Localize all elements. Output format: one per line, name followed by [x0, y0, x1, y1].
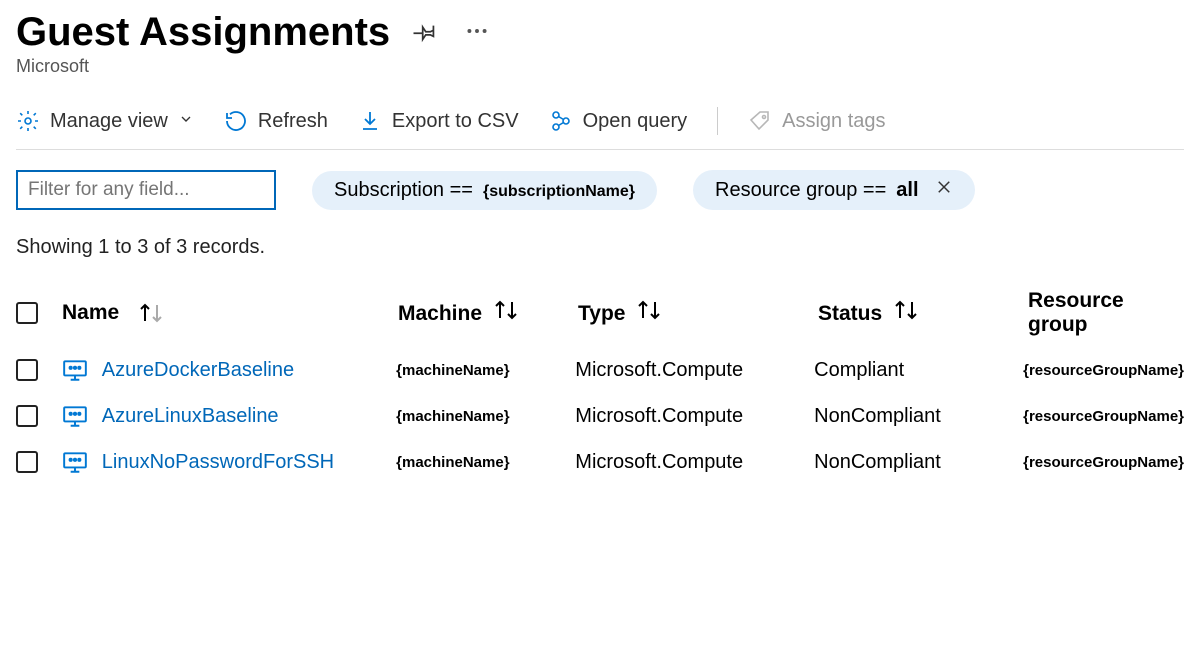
record-count: Showing 1 to 3 of 3 records. — [16, 236, 1184, 259]
row-checkbox[interactable] — [16, 451, 38, 473]
resource-group-cell: {resourceGroupName} — [1023, 454, 1184, 471]
column-header-name[interactable]: Name — [62, 301, 398, 325]
toolbar-separator — [717, 107, 718, 135]
tag-icon — [748, 109, 772, 133]
type-cell: Microsoft.Compute — [575, 359, 814, 382]
page-subtitle: Microsoft — [16, 56, 1184, 77]
query-icon — [549, 109, 573, 133]
resource-group-filter-label: Resource group == — [715, 179, 886, 202]
refresh-label: Refresh — [258, 110, 328, 133]
column-machine-label: Machine — [398, 302, 482, 325]
gear-icon — [16, 109, 40, 133]
open-query-button[interactable]: Open query — [549, 109, 688, 133]
monitor-icon — [62, 357, 88, 383]
toolbar: Manage view Refresh Export to CSV Open q… — [16, 101, 1184, 150]
assignment-link[interactable]: LinuxNoPasswordForSSH — [102, 451, 334, 474]
export-csv-button[interactable]: Export to CSV — [358, 109, 519, 133]
filter-input[interactable] — [16, 170, 276, 210]
more-button[interactable] — [460, 14, 494, 51]
table-row: AzureDockerBaseline {machineName} Micros… — [16, 347, 1184, 393]
monitor-icon — [62, 449, 88, 475]
column-header-type[interactable]: Type — [578, 300, 818, 326]
sort-icon — [637, 300, 661, 320]
filter-row: Subscription == {subscriptionName} Resou… — [16, 170, 1184, 210]
machine-cell: {machineName} — [396, 362, 575, 379]
subscription-filter-pill[interactable]: Subscription == {subscriptionName} — [312, 171, 657, 210]
status-cell: NonCompliant — [814, 405, 1023, 428]
close-icon — [935, 178, 953, 202]
sort-icon — [894, 300, 918, 320]
assign-tags-button[interactable]: Assign tags — [748, 109, 885, 133]
more-icon — [464, 18, 490, 47]
monitor-icon — [62, 403, 88, 429]
assignment-link[interactable]: AzureDockerBaseline — [102, 359, 294, 382]
table-header: Name Machine Type Status — [16, 279, 1184, 347]
resource-group-filter-pill[interactable]: Resource group == all — [693, 170, 974, 210]
page-title: Guest Assignments — [16, 10, 390, 54]
manage-view-label: Manage view — [50, 110, 168, 133]
sort-icon — [494, 300, 518, 320]
refresh-icon — [224, 109, 248, 133]
column-rg-label: Resource group — [1028, 289, 1124, 336]
results-table: Name Machine Type Status — [16, 279, 1184, 485]
refresh-button[interactable]: Refresh — [224, 109, 328, 133]
pin-icon — [412, 18, 438, 47]
row-checkbox[interactable] — [16, 359, 38, 381]
subscription-filter-label: Subscription == — [334, 179, 473, 202]
table-row: AzureLinuxBaseline {machineName} Microso… — [16, 393, 1184, 439]
type-cell: Microsoft.Compute — [575, 451, 814, 474]
column-status-label: Status — [818, 302, 882, 325]
assign-tags-label: Assign tags — [782, 110, 885, 133]
resource-group-filter-value: all — [896, 179, 918, 202]
column-type-label: Type — [578, 302, 625, 325]
chevron-down-icon — [178, 110, 194, 133]
resource-group-cell: {resourceGroupName} — [1023, 362, 1184, 379]
column-header-status[interactable]: Status — [818, 300, 1028, 326]
status-cell: NonCompliant — [814, 451, 1023, 474]
remove-filter-button[interactable] — [935, 178, 953, 202]
column-header-resource-group[interactable]: Resource group — [1028, 289, 1184, 337]
status-cell: Compliant — [814, 359, 1023, 382]
open-query-label: Open query — [583, 110, 688, 133]
select-all-checkbox[interactable] — [16, 302, 38, 324]
export-csv-label: Export to CSV — [392, 110, 519, 133]
column-name-label: Name — [62, 301, 119, 325]
assignment-link[interactable]: AzureLinuxBaseline — [102, 405, 279, 428]
sort-icon — [139, 303, 163, 323]
column-header-machine[interactable]: Machine — [398, 300, 578, 326]
download-icon — [358, 109, 382, 133]
manage-view-button[interactable]: Manage view — [16, 109, 194, 133]
type-cell: Microsoft.Compute — [575, 405, 814, 428]
machine-cell: {machineName} — [396, 408, 575, 425]
resource-group-cell: {resourceGroupName} — [1023, 408, 1184, 425]
subscription-filter-value: {subscriptionName} — [483, 183, 635, 201]
machine-cell: {machineName} — [396, 454, 575, 471]
pin-button[interactable] — [408, 14, 442, 51]
row-checkbox[interactable] — [16, 405, 38, 427]
table-row: LinuxNoPasswordForSSH {machineName} Micr… — [16, 439, 1184, 485]
